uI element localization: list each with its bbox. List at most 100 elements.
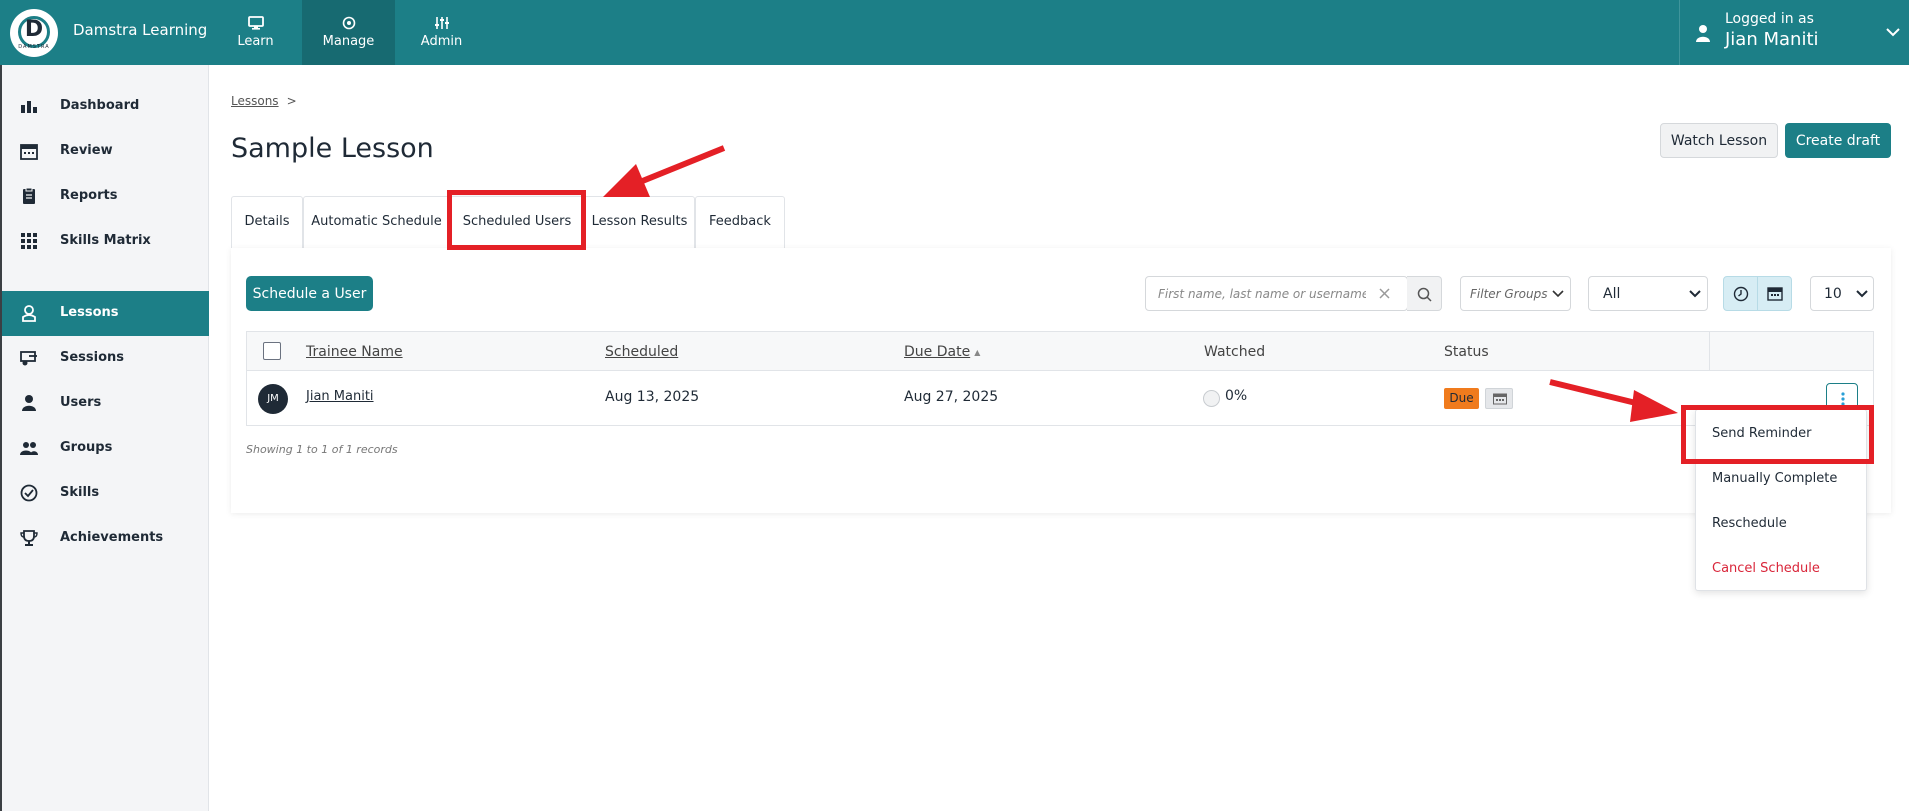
nav-admin-label: Admin [420,34,463,49]
user-icon [22,395,36,411]
filter-groups-label: Filter Groups [1470,287,1548,301]
search-input[interactable] [1146,277,1366,310]
column-header-status: Status [1444,344,1489,360]
column-header-trainee-name[interactable]: Trainee Name [306,344,403,360]
watched-percent: 0% [1225,388,1248,404]
nav-learn[interactable]: Learn [209,0,302,65]
sliders-icon [434,17,449,29]
nav-learn-label: Learn [237,34,274,49]
tab-lesson-results[interactable]: Lesson Results [584,196,695,248]
tab-details[interactable]: Details [231,196,303,248]
chevron-down-icon [1886,28,1900,37]
user-icon [1696,25,1710,42]
schedule-user-button[interactable]: Schedule a User [246,276,373,311]
page-title: Sample Lesson [231,133,434,164]
status-filter-select[interactable]: All [1588,276,1708,311]
clipboard-icon [23,187,35,204]
records-summary: Showing 1 to 1 of 1 records [246,443,398,456]
monitor-icon [247,16,264,30]
user-name: Jian Maniti [1725,29,1819,50]
sidebar-item-lessons[interactable]: Lessons [2,291,209,336]
sidebar-item-label: Skills Matrix [60,233,151,248]
sidebar-item-label: Review [60,143,113,158]
tab-feedback[interactable]: Feedback [695,196,785,248]
user-menu[interactable]: Logged in as Jian Maniti [1679,0,1909,65]
check-circle-icon [20,484,38,502]
page-size-value: 10 [1824,286,1842,302]
close-icon[interactable] [1378,287,1391,300]
damstra-logo[interactable]: D DAMSTRA [10,9,58,57]
annotation-highlight-scheduled-users [447,190,586,250]
timeline-view-toggle[interactable] [1723,276,1758,311]
avatar: JM [258,384,288,414]
logo-letter: D [24,17,44,42]
sidebar-item-label: Users [60,395,102,410]
status-badge: Due [1444,388,1479,409]
nav-admin[interactable]: Admin [395,0,488,65]
search-button[interactable] [1407,276,1442,311]
sidebar-item-achievements[interactable]: Achievements [2,516,209,561]
create-draft-button[interactable]: Create draft [1785,123,1891,158]
sidebar: Dashboard Review Reports Skills Matrix L… [0,65,209,811]
column-header-scheduled[interactable]: Scheduled [605,344,678,360]
sidebar-item-sessions[interactable]: Sessions [2,336,209,381]
page-size-select[interactable]: 10 [1810,276,1874,311]
sidebar-item-label: Reports [60,188,118,203]
lesson-icon [22,305,36,322]
sidebar-item-label: Achievements [60,530,164,545]
sidebar-item-label: Sessions [60,350,125,365]
trainee-name-link[interactable]: Jian Maniti [306,389,374,404]
annotation-arrow-tab [603,145,726,197]
calendar-icon [1493,393,1507,405]
sidebar-item-label: Skills [60,485,100,500]
brand-name: Damstra Learning [73,21,208,39]
trophy-icon [20,530,38,546]
due-date: Aug 27, 2025 [904,389,999,405]
nav-manage-label: Manage [322,34,375,49]
grid-icon [21,233,37,249]
table-row: JM Jian Maniti Aug 13, 2025 Aug 27, 2025… [246,371,1874,426]
schedule-calendar-badge[interactable] [1485,388,1513,409]
calendar-icon [1767,287,1783,301]
table-header: Trainee Name Scheduled Due Date ▲ Watched… [246,331,1874,372]
users-icon [20,442,38,455]
tab-automatic-schedule[interactable]: Automatic Schedule [303,196,450,248]
select-all-checkbox[interactable] [263,342,281,360]
sessions-icon [20,351,37,366]
sidebar-item-skills-matrix[interactable]: Skills Matrix [2,219,209,264]
watched-progress-ring [1203,390,1220,407]
search-icon [1417,287,1432,302]
column-header-due-date[interactable]: Due Date ▲ [904,344,980,360]
chevron-down-icon [1856,290,1868,298]
breadcrumb-lessons-link[interactable]: Lessons [231,94,279,108]
logged-in-label: Logged in as [1725,11,1814,27]
column-header-watched: Watched [1204,344,1266,360]
breadcrumb-separator: > [286,94,297,108]
breadcrumb: Lessons > [231,94,297,108]
search-box [1145,276,1408,311]
sidebar-item-label: Lessons [60,305,119,320]
sidebar-item-label: Groups [60,440,113,455]
sidebar-item-skills[interactable]: Skills [2,471,209,516]
sidebar-item-review[interactable]: Review [2,129,209,174]
clock-icon [1733,286,1749,302]
calendar-view-toggle[interactable] [1757,276,1792,311]
sidebar-item-label: Dashboard [60,98,140,113]
annotation-highlight-send-reminder [1681,405,1874,464]
sort-asc-icon: ▲ [974,347,981,357]
top-bar: D DAMSTRA Damstra Learning Learn Manage … [0,0,1909,65]
bar-chart-icon [21,101,37,113]
menu-item-reschedule[interactable]: Reschedule [1712,516,1787,531]
status-filter-value: All [1603,286,1621,302]
watch-lesson-button[interactable]: Watch Lesson [1660,123,1778,158]
scheduled-date: Aug 13, 2025 [605,389,700,405]
calendar-icon [20,144,38,160]
sidebar-item-dashboard[interactable]: Dashboard [2,84,209,129]
menu-item-cancel-schedule[interactable]: Cancel Schedule [1712,561,1820,576]
sidebar-item-reports[interactable]: Reports [2,174,209,219]
menu-item-manually-complete[interactable]: Manually Complete [1712,471,1837,486]
filter-groups-dropdown[interactable]: Filter Groups [1460,276,1571,311]
sidebar-item-users[interactable]: Users [2,381,209,426]
nav-manage[interactable]: Manage [302,0,395,65]
sidebar-item-groups[interactable]: Groups [2,426,209,471]
